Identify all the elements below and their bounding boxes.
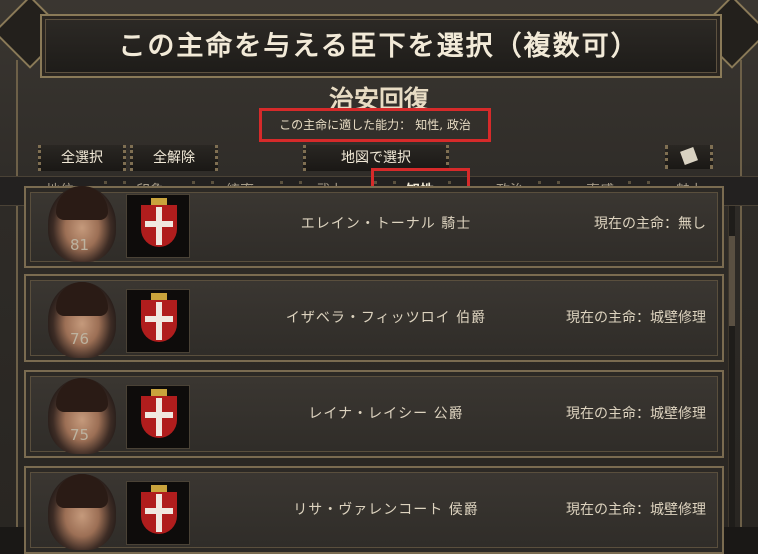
scrollbar-thumb[interactable] (729, 236, 735, 326)
dialog-title: この主命を与える臣下を選択（複数可） (118, 31, 640, 62)
family-crest-icon (126, 385, 190, 449)
select-on-map-button[interactable]: 地図で選択 (303, 145, 449, 171)
vassal-name: イザベラ・フィッツロイ 伯爵 (285, 310, 487, 326)
vassal-level: 81 (70, 236, 90, 254)
list-scrollbar[interactable] (728, 206, 735, 527)
vassal-row[interactable]: 81 エレイン・トーナル 騎士 現在の主命：無し (24, 186, 724, 268)
suitable-label: この主命に適した能力： (279, 118, 412, 132)
vassal-name: エレイン・トーナル 騎士 (300, 216, 472, 232)
vassal-current-task: 現在の主命：城壁修理 (566, 502, 706, 518)
vassal-current-task: 現在の主命：城壁修理 (566, 406, 706, 422)
vassal-name: レイナ・レイシー 公爵 (308, 406, 464, 422)
suitable-abilities: 知性, 政治 (415, 118, 471, 132)
portrait-view-toggle[interactable] (665, 145, 713, 169)
vassal-name: リサ・ヴァレンコート 侯爵 (293, 502, 479, 518)
select-all-button[interactable]: 全選択 (38, 145, 126, 171)
vassal-row[interactable]: 76 イザベラ・フィッツロイ 伯爵 現在の主命：城壁修理 (24, 274, 724, 362)
family-crest-icon (126, 194, 190, 258)
suitable-abilities-box: この主命に適した能力： 知性, 政治 (259, 108, 491, 142)
vassal-portrait (48, 474, 116, 550)
vassal-current-task: 現在の主命：城壁修理 (566, 310, 706, 326)
vassal-row[interactable]: 75 レイナ・レイシー 公爵 現在の主命：城壁修理 (24, 370, 724, 458)
card-icon (680, 147, 698, 165)
vassal-level: 75 (70, 426, 90, 444)
deselect-all-button[interactable]: 全解除 (130, 145, 218, 171)
family-crest-icon (126, 481, 190, 545)
vassal-level: 76 (70, 330, 90, 348)
family-crest-icon (126, 289, 190, 353)
vassal-current-task: 現在の主命：無し (594, 216, 706, 232)
vassal-row[interactable]: リサ・ヴァレンコート 侯爵 現在の主命：城壁修理 (24, 466, 724, 554)
